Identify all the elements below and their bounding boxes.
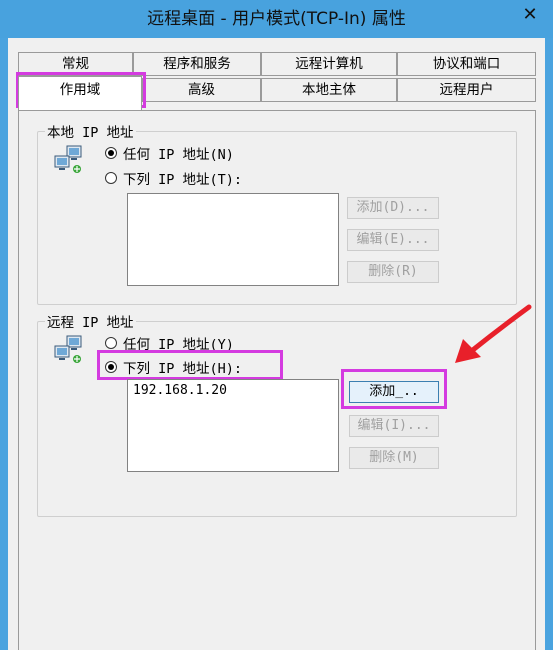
local-add-button[interactable]: 添加(D)... xyxy=(347,197,439,219)
remote-any-ip-radio[interactable] xyxy=(105,337,117,349)
remote-list-ip-option[interactable]: 下列 IP 地址(H): xyxy=(105,357,242,377)
remote-any-ip-option[interactable]: 任何 IP 地址(Y) xyxy=(105,333,234,353)
tab-advanced[interactable]: 高级 xyxy=(142,78,261,102)
remote-ip-group-label: 远程 IP 地址 xyxy=(45,311,136,331)
network-computers-icon xyxy=(54,335,82,363)
local-list-ip-option[interactable]: 下列 IP 地址(T): xyxy=(105,168,242,188)
remote-delete-button[interactable]: 删除(M) xyxy=(349,447,439,469)
tab-protocols-ports[interactable]: 协议和端口 xyxy=(397,52,536,76)
local-edit-button[interactable]: 编辑(E)... xyxy=(347,229,439,251)
remote-ip-entry[interactable]: 192.168.1.20 xyxy=(128,380,338,401)
local-list-ip-label: 下列 IP 地址(T): xyxy=(123,172,243,188)
tab-remote-users[interactable]: 远程用户 xyxy=(397,78,536,102)
remote-list-ip-radio[interactable] xyxy=(105,361,117,373)
scope-panel: 本地 IP 地址 任何 IP 地址(N) 下列 IP 地址(T): 添加(D).… xyxy=(18,110,536,650)
tab-local-principals[interactable]: 本地主体 xyxy=(261,78,397,102)
remote-ip-listbox[interactable]: 192.168.1.20 xyxy=(127,379,339,472)
network-computers-icon xyxy=(54,145,82,173)
remote-any-ip-label: 任何 IP 地址(Y) xyxy=(123,337,234,353)
local-any-ip-option[interactable]: 任何 IP 地址(N) xyxy=(105,143,234,163)
local-ip-group-label: 本地 IP 地址 xyxy=(45,121,136,141)
tab-scope[interactable]: 作用域 xyxy=(18,76,142,110)
tab-general[interactable]: 常规 xyxy=(18,52,133,76)
remote-list-ip-label: 下列 IP 地址(H): xyxy=(123,361,243,377)
local-delete-button[interactable]: 删除(R) xyxy=(347,261,439,283)
close-icon[interactable]: ✕ xyxy=(515,3,545,27)
window-title: 远程桌面 - 用户模式(TCP-In) 属性 xyxy=(147,9,406,29)
local-any-ip-label: 任何 IP 地址(N) xyxy=(123,147,234,163)
tab-programs-services[interactable]: 程序和服务 xyxy=(133,52,261,76)
local-ip-listbox[interactable] xyxy=(127,193,339,286)
remote-add-button[interactable]: 添加_.. xyxy=(349,381,439,403)
dialog-body: 常规 程序和服务 远程计算机 协议和端口 作用域 高级 本地主体 远程用户 本地… xyxy=(8,38,545,650)
title-bar: 远程桌面 - 用户模式(TCP-In) 属性 ✕ xyxy=(0,0,553,38)
local-list-ip-radio[interactable] xyxy=(105,172,117,184)
remote-edit-button[interactable]: 编辑(I)... xyxy=(349,415,439,437)
local-any-ip-radio[interactable] xyxy=(105,147,117,159)
tab-remote-computers[interactable]: 远程计算机 xyxy=(261,52,397,76)
